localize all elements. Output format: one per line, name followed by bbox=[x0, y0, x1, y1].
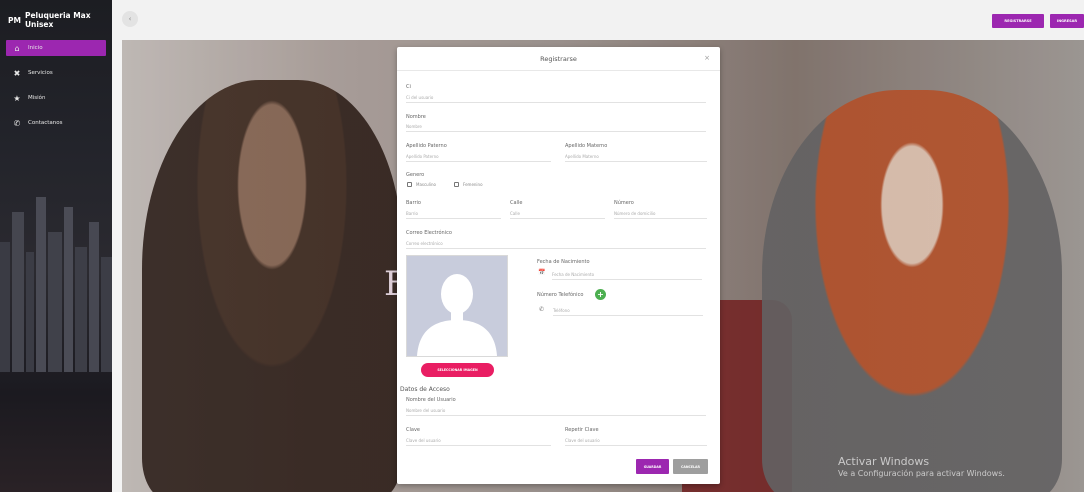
usuario-label: Nombre del Usuario bbox=[406, 397, 456, 403]
telefono-input[interactable]: Teléfono bbox=[553, 308, 570, 313]
sidebar-item-mision[interactable]: ★ Misión bbox=[0, 90, 112, 106]
sidebar-item-label: Servicios bbox=[28, 70, 53, 76]
modal-header: Registrarse × bbox=[397, 47, 720, 71]
repetir-clave-label: Repetir Clave bbox=[565, 427, 599, 433]
femenino-checkbox[interactable] bbox=[454, 182, 459, 187]
phone-icon: ✆ bbox=[539, 306, 545, 313]
login-button[interactable]: INGRESAR bbox=[1050, 14, 1084, 28]
usuario-underline bbox=[406, 415, 706, 416]
avatar-silhouette-icon bbox=[407, 256, 507, 356]
modal-title: Registrarse bbox=[540, 55, 577, 63]
correo-input[interactable]: Correo electrónico bbox=[406, 241, 443, 246]
telefono-label: Número Telefónico bbox=[537, 292, 584, 298]
top-bar: ‹ REGISTRARSE INGRESAR bbox=[112, 0, 1084, 40]
sidebar-item-label: Contactanos bbox=[28, 120, 63, 126]
calle-label: Calle bbox=[510, 200, 523, 206]
numero-label: Número bbox=[614, 200, 634, 206]
sidebar-item-inicio[interactable]: ⌂ Inicio bbox=[6, 40, 106, 56]
barrio-label: Barrio bbox=[406, 200, 421, 206]
femenino-label: Femenino bbox=[463, 182, 483, 187]
fecha-underline bbox=[552, 279, 702, 280]
brand-short: PM bbox=[8, 15, 21, 25]
brand[interactable]: PM Peluqueria Max Unisex bbox=[0, 0, 112, 40]
brand-name: Peluqueria Max Unisex bbox=[24, 11, 91, 29]
register-button[interactable]: REGISTRARSE bbox=[992, 14, 1044, 28]
datos-acceso-heading: Datos de Acceso bbox=[400, 386, 450, 393]
usuario-input[interactable]: Nombre del usuario bbox=[406, 408, 445, 413]
fecha-input[interactable]: Fecha de Nacimiento bbox=[552, 272, 594, 277]
masculino-checkbox[interactable] bbox=[407, 182, 412, 187]
sidebar: PM Peluqueria Max Unisex ⌂ Inicio ✖ Serv… bbox=[0, 0, 112, 492]
fecha-label: Fecha de Nacimiento bbox=[537, 259, 590, 265]
select-image-button[interactable]: SELECCIONAR IMAGEN bbox=[421, 363, 494, 377]
apellido-paterno-input[interactable]: Apellido Paterno bbox=[406, 154, 439, 159]
scissors-icon: ✖ bbox=[13, 68, 21, 78]
profile-photo-placeholder bbox=[406, 255, 508, 357]
sidebar-item-label: Misión bbox=[28, 95, 46, 101]
ci-label: Ci bbox=[406, 84, 411, 90]
ci-input[interactable]: Ci del usuario bbox=[406, 95, 433, 100]
repetir-clave-underline bbox=[565, 445, 707, 446]
chevron-left-icon[interactable]: ‹ bbox=[122, 11, 138, 27]
clave-input[interactable]: Clave del usuario bbox=[406, 438, 441, 443]
sidebar-item-servicios[interactable]: ✖ Servicios bbox=[0, 65, 112, 81]
apellido-paterno-label: Apellido Paterno bbox=[406, 143, 447, 149]
nombre-underline bbox=[406, 131, 706, 132]
numero-underline bbox=[614, 218, 707, 219]
save-button[interactable]: GUARDAR bbox=[636, 459, 669, 474]
star-icon: ★ bbox=[13, 93, 21, 103]
nombre-label: Nombre bbox=[406, 114, 426, 120]
apellido-materno-underline bbox=[565, 161, 707, 162]
calendar-icon: 📅 bbox=[538, 269, 546, 276]
city-skyline-background bbox=[0, 197, 112, 372]
nombre-input[interactable]: Nombre bbox=[406, 124, 422, 129]
clave-label: Clave bbox=[406, 427, 420, 433]
barrio-underline bbox=[406, 218, 501, 219]
phone-icon: ✆ bbox=[13, 118, 21, 128]
genero-label: Genero bbox=[406, 172, 425, 178]
ci-underline bbox=[406, 102, 706, 103]
close-icon[interactable]: × bbox=[704, 54, 710, 62]
repetir-clave-input[interactable]: Clave del usuario bbox=[565, 438, 600, 443]
apellido-materno-input[interactable]: Apellido Materno bbox=[565, 154, 599, 159]
telefono-underline bbox=[553, 315, 703, 316]
calle-underline bbox=[510, 218, 605, 219]
cancel-button[interactable]: CANCELAR bbox=[673, 459, 708, 474]
numero-input[interactable]: Número de domicilio bbox=[614, 211, 655, 216]
correo-underline bbox=[406, 248, 706, 249]
home-icon: ⌂ bbox=[14, 43, 20, 53]
correo-label: Correo Electrónico bbox=[406, 230, 452, 236]
barrio-input[interactable]: Barrio bbox=[406, 211, 418, 216]
apellido-materno-label: Apellido Materno bbox=[565, 143, 608, 149]
apellido-paterno-underline bbox=[406, 161, 551, 162]
register-modal: Registrarse × Ci Ci del usuario Nombre N… bbox=[397, 47, 720, 484]
masculino-label: Masculino bbox=[416, 182, 436, 187]
sidebar-item-label: Inicio bbox=[28, 45, 43, 51]
sidebar-item-contactanos[interactable]: ✆ Contactanos bbox=[0, 115, 112, 131]
clave-underline bbox=[406, 445, 551, 446]
add-phone-button[interactable]: + bbox=[595, 289, 606, 300]
calle-input[interactable]: Calle bbox=[510, 211, 520, 216]
